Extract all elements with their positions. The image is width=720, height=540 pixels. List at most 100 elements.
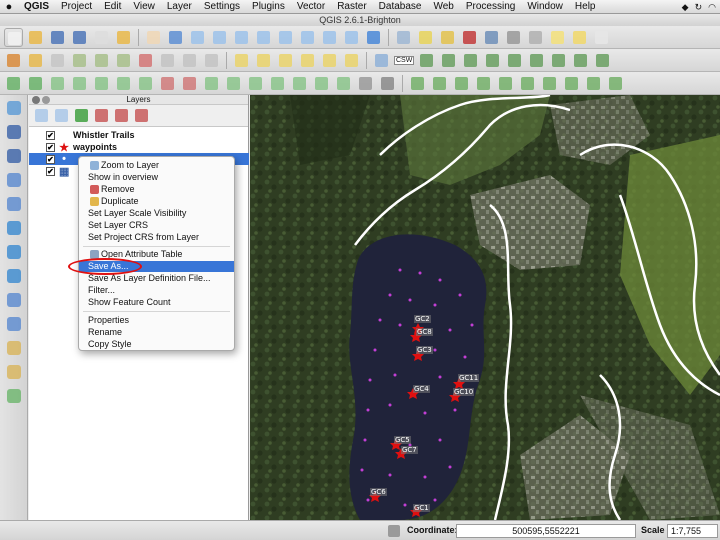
- measure-icon[interactable]: [526, 28, 545, 47]
- metasearch-icon[interactable]: [372, 51, 391, 70]
- add-raster-layer-icon[interactable]: [439, 51, 458, 70]
- add-spatialite-layer-icon[interactable]: [5, 171, 23, 189]
- delete-selected-icon[interactable]: [136, 51, 155, 70]
- menu-item-show-in-overview[interactable]: Show in overview: [79, 172, 234, 183]
- select-features-icon[interactable]: [416, 28, 435, 47]
- add-wms-icon[interactable]: [505, 51, 524, 70]
- interpolation-icon[interactable]: [496, 74, 515, 93]
- menu-item-duplicate[interactable]: Duplicate: [79, 196, 234, 207]
- zoom-last-icon[interactable]: [320, 28, 339, 47]
- wifi-icon[interactable]: ◠: [708, 0, 716, 14]
- zoom-full-icon[interactable]: [254, 28, 273, 47]
- menu-project[interactable]: Project: [55, 0, 98, 14]
- simplify-feature-icon[interactable]: [70, 74, 89, 93]
- rotate-feature-icon[interactable]: [48, 74, 67, 93]
- add-group-icon[interactable]: [53, 107, 70, 124]
- delete-ring-icon[interactable]: [158, 74, 177, 93]
- layer-row-waypoints[interactable]: ✔ ★ waypoints: [29, 141, 249, 154]
- raster-terrain-icon[interactable]: [584, 74, 603, 93]
- add-wcs-icon[interactable]: [527, 51, 546, 70]
- add-postgis-icon[interactable]: [461, 51, 480, 70]
- layer-visibility-checkbox[interactable]: ✔: [46, 166, 55, 176]
- menu-processing[interactable]: Processing: [460, 0, 521, 14]
- attribute-table-icon[interactable]: [482, 28, 501, 47]
- heatmap-icon[interactable]: [474, 74, 493, 93]
- label-icon[interactable]: [232, 51, 251, 70]
- menu-edit[interactable]: Edit: [98, 0, 127, 14]
- offset-curve-icon[interactable]: [224, 74, 243, 93]
- apple-icon[interactable]: ●: [0, 1, 18, 13]
- zoom-next-icon[interactable]: [342, 28, 361, 47]
- menu-database[interactable]: Database: [373, 0, 428, 14]
- add-part-icon[interactable]: [114, 74, 133, 93]
- add-virtual-layer-icon[interactable]: [5, 387, 23, 405]
- toggle-extents-icon[interactable]: [388, 525, 400, 537]
- menu-item-copy-style[interactable]: Copy Style: [79, 339, 234, 350]
- zoom-to-layer-icon[interactable]: [298, 28, 317, 47]
- current-edits-icon[interactable]: [4, 51, 23, 70]
- zoom-out-icon[interactable]: [210, 28, 229, 47]
- merge-features-icon[interactable]: [290, 74, 309, 93]
- menu-vector[interactable]: Vector: [291, 0, 331, 14]
- menu-item-set-layer-scale-visibility[interactable]: Set Layer Scale Visibility: [79, 208, 234, 219]
- coordinate-capture-icon[interactable]: [430, 74, 449, 93]
- save-edits-icon[interactable]: [48, 51, 67, 70]
- split-features-icon[interactable]: [246, 74, 265, 93]
- add-feature-icon[interactable]: [70, 51, 89, 70]
- sync-icon[interactable]: ↻: [695, 0, 703, 14]
- add-delimited-text-icon[interactable]: [5, 363, 23, 381]
- dropbox-icon[interactable]: ◆: [682, 0, 689, 14]
- split-parts-icon[interactable]: [268, 74, 287, 93]
- new-gpx-layer-icon[interactable]: [5, 339, 23, 357]
- menu-view[interactable]: View: [127, 0, 161, 14]
- pan-hand-icon[interactable]: [144, 28, 163, 47]
- move-label-icon[interactable]: [298, 51, 317, 70]
- menu-item-show-feature-count[interactable]: Show Feature Count: [79, 297, 234, 308]
- copy-features-icon[interactable]: [180, 51, 199, 70]
- rotate-label-icon[interactable]: [320, 51, 339, 70]
- menu-item-set-layer-crs[interactable]: Set Layer CRS: [79, 220, 234, 231]
- topology-checker-icon[interactable]: [518, 74, 537, 93]
- add-vector-layer-icon[interactable]: [5, 99, 23, 117]
- deselect-icon[interactable]: [438, 28, 457, 47]
- redo-icon[interactable]: [26, 74, 45, 93]
- zoom-in-icon[interactable]: [188, 28, 207, 47]
- show-labels-icon[interactable]: [276, 51, 295, 70]
- reshape-features-icon[interactable]: [202, 74, 221, 93]
- composer-manager-icon[interactable]: [114, 28, 133, 47]
- paste-features-icon[interactable]: [202, 51, 221, 70]
- menu-plugins[interactable]: Plugins: [246, 0, 291, 14]
- add-spatialite-icon[interactable]: [483, 51, 502, 70]
- menu-window[interactable]: Window: [521, 0, 569, 14]
- text-annotation-icon[interactable]: [592, 28, 611, 47]
- float-panel-icon[interactable]: [42, 96, 50, 104]
- collapse-all-icon[interactable]: [113, 107, 130, 124]
- add-postgis-layer-icon[interactable]: [5, 147, 23, 165]
- add-oracle-layer-icon[interactable]: [5, 219, 23, 237]
- menu-item-properties[interactable]: Properties: [79, 315, 234, 326]
- save-project-icon[interactable]: [48, 28, 67, 47]
- pin-labels-icon[interactable]: [254, 51, 273, 70]
- add-raster-layer-icon[interactable]: [5, 123, 23, 141]
- rotate-point-icon[interactable]: [356, 74, 375, 93]
- menu-item-rename[interactable]: Rename: [79, 327, 234, 338]
- menu-raster[interactable]: Raster: [331, 0, 372, 14]
- toggle-editing-icon[interactable]: [26, 51, 45, 70]
- undo-icon[interactable]: [4, 74, 23, 93]
- refresh-icon[interactable]: [364, 28, 383, 47]
- remove-layer-icon[interactable]: [133, 107, 150, 124]
- fill-ring-icon[interactable]: [136, 74, 155, 93]
- menu-item-filter[interactable]: Filter...: [79, 285, 234, 296]
- new-print-composer-icon[interactable]: [92, 28, 111, 47]
- new-shapefile-layer-icon[interactable]: [5, 315, 23, 333]
- map-canvas[interactable]: GC2 GC8 GC3 GC11 GC4 GC10 GC5 GC7 GC6 GC…: [250, 95, 720, 520]
- spatial-query-icon[interactable]: [562, 74, 581, 93]
- add-mssql-layer-icon[interactable]: [5, 195, 23, 213]
- add-delimited-text-icon[interactable]: [571, 51, 590, 70]
- menu-item-remove[interactable]: Remove: [79, 184, 234, 195]
- new-project-icon[interactable]: [4, 27, 23, 47]
- zonal-statistics-icon[interactable]: [606, 74, 625, 93]
- close-panel-icon[interactable]: [32, 96, 40, 104]
- add-wfs-layer-icon[interactable]: [5, 291, 23, 309]
- statistics-icon[interactable]: [504, 28, 523, 47]
